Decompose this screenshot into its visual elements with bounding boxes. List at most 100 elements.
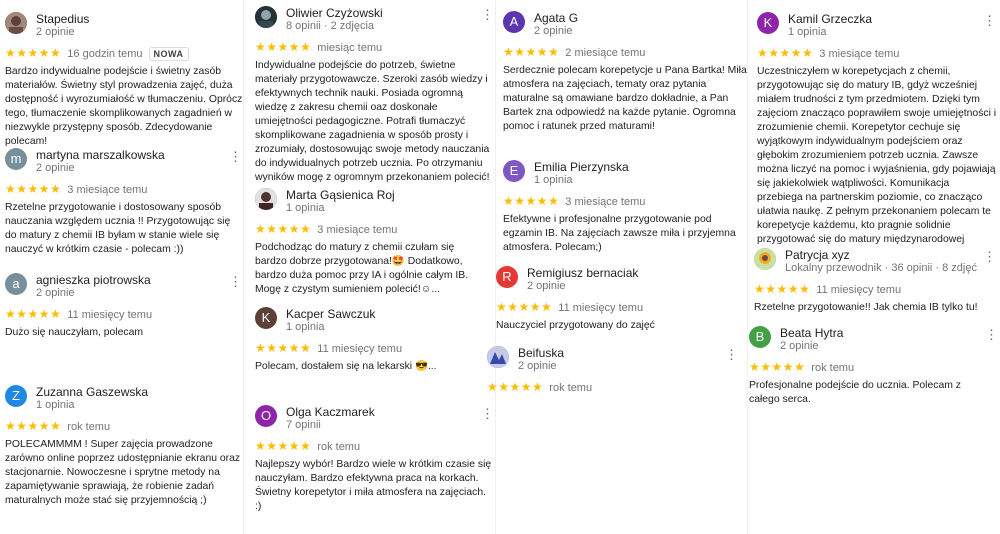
reviewer-name[interactable]: Kacper Sawczuk xyxy=(286,307,375,321)
star-rating: ★★★★★ xyxy=(5,307,62,321)
avatar[interactable] xyxy=(754,248,776,270)
avatar[interactable] xyxy=(487,346,509,368)
review-text: Dużo się nauczyłam, polecam xyxy=(5,327,144,338)
more-options-icon[interactable]: ⋮ xyxy=(229,150,242,164)
review-date: 3 miesiące temu xyxy=(67,184,148,196)
review-text: Najlepszy wybór! Bardzo wiele w krótkim … xyxy=(255,459,492,512)
review-date: 3 miesiące temu xyxy=(565,196,646,208)
review-card: K Kacper Sawczuk 1 opinia ★★★★★ 11 miesię… xyxy=(255,307,495,374)
reviewer-name[interactable]: Remigiusz bernaciak xyxy=(527,266,638,280)
reviewer-name[interactable]: martyna marszalkowska xyxy=(36,148,165,162)
star-rating: ★★★★★ xyxy=(496,300,553,314)
avatar[interactable] xyxy=(255,6,277,28)
review-card: Stapedius 2 opinie ★★★★★ 16 godzin temu NO… xyxy=(5,12,243,149)
review-date: 11 miesięcy temu xyxy=(558,302,644,314)
reviewer-name[interactable]: Beifuska xyxy=(518,346,564,360)
star-rating: ★★★★★ xyxy=(255,341,312,355)
reviewer-name[interactable]: Marta Gąsienica Roj xyxy=(286,188,395,202)
reviewer-stats: 2 opinie xyxy=(36,287,75,299)
review-date: rok temu xyxy=(67,421,111,433)
review-card: Marta Gąsienica Roj 1 opinia ★★★★★ 3 mies… xyxy=(255,188,495,297)
avatar[interactable]: A xyxy=(503,11,525,33)
more-options-icon[interactable]: ⋮ xyxy=(481,8,494,22)
review-text: Polecam, dostałem się na lekarski 😎... xyxy=(255,361,437,372)
more-options-icon[interactable]: ⋮ xyxy=(725,348,738,362)
review-date: rok temu xyxy=(811,362,855,374)
reviewer-name[interactable]: Zuzanna Gaszewska xyxy=(36,385,148,399)
review-text: Nauczyciel przygotowany do zajęć xyxy=(496,320,655,331)
more-options-icon[interactable]: ⋮ xyxy=(481,407,494,421)
reviewer-stats: 1 opinia xyxy=(534,174,573,186)
review-text: Rzetelne przygotowanie i dostosowany spo… xyxy=(5,202,231,255)
review-card: E Emilia Pierzynska 1 opinia ★★★★★ 3 mies… xyxy=(503,160,747,255)
star-rating: ★★★★★ xyxy=(255,40,312,54)
more-options-icon[interactable]: ⋮ xyxy=(983,14,996,28)
reviewer-stats: 2 opinie xyxy=(534,25,573,37)
star-rating: ★★★★★ xyxy=(5,419,62,433)
avatar[interactable]: Z xyxy=(5,385,27,407)
review-text: Efektywne i profesjonalne przygotowanie … xyxy=(503,214,736,253)
profile-photo-icon xyxy=(487,346,509,368)
reviewer-name[interactable]: Emilia Pierzynska xyxy=(534,160,629,174)
reviewer-stats: 1 opinia xyxy=(286,321,325,333)
review-text: Indywidualne podejście do potrzeb, świet… xyxy=(255,60,490,183)
review-card: B Beata Hytra 2 opinie ⋮ ★★★★★ rok temu P… xyxy=(749,326,998,407)
reviewer-stats: 1 opinia xyxy=(788,26,827,38)
more-options-icon[interactable]: ⋮ xyxy=(983,250,996,264)
more-options-icon[interactable]: ⋮ xyxy=(229,275,242,289)
reviewer-name[interactable]: agnieszka piotrowska xyxy=(36,273,151,287)
review-card: A Agata G 2 opinie ★★★★★ 2 miesiące temu … xyxy=(503,11,747,134)
reviewer-stats: Lokalny przewodnik · 36 opinii · 8 zdjęć xyxy=(785,262,977,274)
avatar[interactable] xyxy=(255,188,277,210)
reviewer-name[interactable]: Olga Kaczmarek xyxy=(286,405,375,419)
review-date: rok temu xyxy=(549,382,593,394)
new-badge: NOWA xyxy=(148,47,189,61)
more-options-icon[interactable]: ⋮ xyxy=(985,328,998,342)
reviewer-stats: 8 opinii · 2 zdjęcia xyxy=(286,20,375,32)
review-date: 11 miesięcy temu xyxy=(816,284,902,296)
review-card: a agnieszka piotrowska 2 opinie ⋮ ★★★★★ 1… xyxy=(5,273,243,340)
review-text: Uczestniczyłem w korepetycjach z chemii,… xyxy=(757,66,997,245)
reviewer-name[interactable]: Patrycja xyz xyxy=(785,248,850,262)
star-rating: ★★★★★ xyxy=(503,45,560,59)
review-date: miesiąc temu xyxy=(317,42,383,54)
avatar[interactable]: a xyxy=(5,273,27,295)
review-date: rok temu xyxy=(317,441,361,453)
review-card: Patrycja xyz Lokalny przewodnik · 36 opi… xyxy=(754,248,997,315)
review-text: Rzetelne przygotowanie!! Jak chemia IB t… xyxy=(754,302,978,313)
review-card: Beifuska 2 opinie ⋮ ★★★★★ rok temu xyxy=(487,346,747,396)
avatar[interactable]: K xyxy=(255,307,277,329)
avatar[interactable]: O xyxy=(255,405,277,427)
reviewer-stats: 2 opinie xyxy=(527,280,566,292)
star-rating: ★★★★★ xyxy=(5,46,62,60)
avatar[interactable]: B xyxy=(749,326,771,348)
reviewer-name[interactable]: Kamil Grzeczka xyxy=(788,12,872,26)
reviewer-name[interactable]: Beata Hytra xyxy=(780,326,843,340)
review-card: Z Zuzanna Gaszewska 1 opinia ★★★★★ rok te… xyxy=(5,385,243,508)
review-text: Podchodząc do matury z chemii czułam się… xyxy=(255,242,469,295)
review-card: m martyna marszalkowska 2 opinie ⋮ ★★★★★… xyxy=(5,148,243,257)
reviewer-stats: 1 opinia xyxy=(286,202,325,214)
reviewer-name[interactable]: Stapedius xyxy=(36,12,89,26)
star-rating: ★★★★★ xyxy=(503,194,560,208)
profile-photo-icon xyxy=(754,248,776,270)
avatar[interactable] xyxy=(5,12,27,34)
reviewer-stats: 1 opinia xyxy=(36,399,75,411)
review-date: 3 miesiące temu xyxy=(317,224,398,236)
star-rating: ★★★★★ xyxy=(749,360,806,374)
reviewer-name[interactable]: Agata G xyxy=(534,11,578,25)
review-date: 16 godzin temu xyxy=(67,48,143,60)
avatar[interactable]: K xyxy=(757,12,779,34)
review-text: POLECAMMMM ! Super zajęcia prowadzone za… xyxy=(5,439,241,506)
reviewer-stats: 2 opinie xyxy=(518,360,557,372)
profile-photo-icon xyxy=(255,188,277,210)
avatar[interactable]: m xyxy=(5,148,27,170)
review-card: Oliwier Czyżowski 8 opinii · 2 zdjęcia ⋮… xyxy=(255,6,495,185)
profile-photo-icon xyxy=(255,6,277,28)
reviewer-name[interactable]: Oliwier Czyżowski xyxy=(286,6,383,20)
star-rating: ★★★★★ xyxy=(5,182,62,196)
review-text: Profesjonalne podejście do ucznia. Polec… xyxy=(749,380,961,405)
column-divider xyxy=(747,0,748,534)
avatar[interactable]: E xyxy=(503,160,525,182)
avatar[interactable]: R xyxy=(496,266,518,288)
